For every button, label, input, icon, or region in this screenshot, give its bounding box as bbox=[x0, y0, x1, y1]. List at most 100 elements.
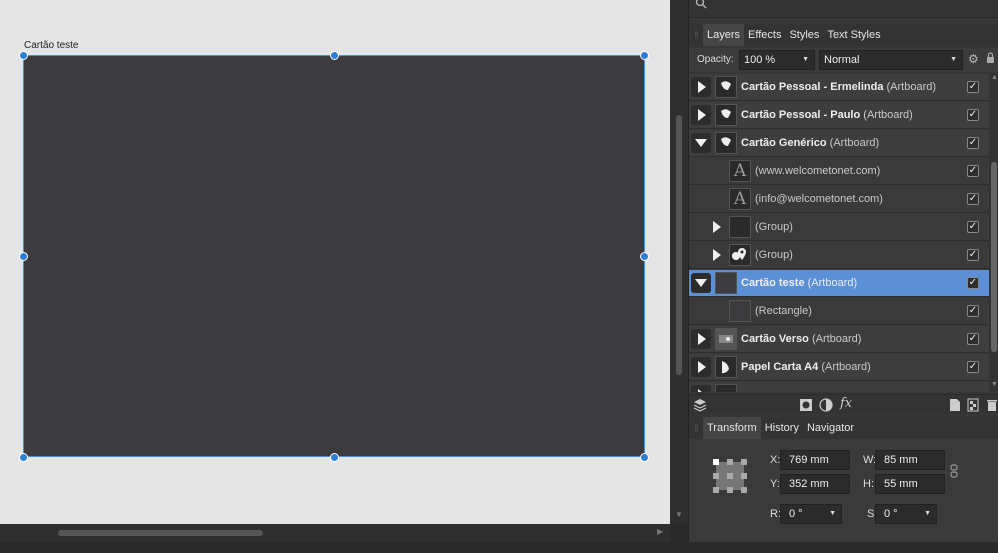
gear-icon[interactable]: ⚙ bbox=[968, 52, 979, 66]
layer-expander[interactable] bbox=[691, 329, 711, 349]
expand-arrow-icon bbox=[698, 361, 706, 373]
handle-top-center[interactable] bbox=[330, 51, 339, 60]
expand-arrow-icon[interactable] bbox=[713, 249, 721, 261]
chevron-down-icon: ▼ bbox=[829, 510, 836, 517]
tab-navigator[interactable]: Navigator bbox=[803, 417, 858, 439]
layer-label: Papel Carta A4 (Artboard) bbox=[741, 361, 871, 373]
layers-list[interactable]: Cartão Pessoal - Ermelinda (Artboard) ✓ … bbox=[689, 74, 989, 392]
artboard-label[interactable]: Cartão teste bbox=[24, 40, 78, 51]
layer-row[interactable]: Cartão Verso (Artboard) ✓ bbox=[689, 326, 989, 353]
layer-expander[interactable] bbox=[691, 385, 711, 392]
artboard-icon bbox=[715, 272, 737, 294]
anchor-selector-icon[interactable] bbox=[713, 459, 747, 493]
layer-row[interactable]: Cartão Pessoal - Ermelinda (Artboard) ✓ bbox=[689, 74, 989, 101]
layer-row[interactable]: A (www.welcometonet.com) ✓ bbox=[689, 158, 989, 185]
visibility-checkbox[interactable]: ✓ bbox=[967, 277, 979, 289]
canvas[interactable]: Cartão teste bbox=[0, 0, 670, 524]
layer-label: (info@welcometonet.com) bbox=[755, 193, 883, 205]
layer-expander[interactable] bbox=[691, 273, 711, 293]
layer-label: Cartão Verso (Artboard) bbox=[741, 333, 862, 345]
visibility-checkbox[interactable]: ✓ bbox=[967, 221, 979, 233]
visibility-checkbox[interactable]: ✓ bbox=[967, 165, 979, 177]
layer-label: Cartão Pessoal - Ermelinda (Artboard) bbox=[741, 81, 937, 93]
expand-arrow-icon bbox=[698, 333, 706, 345]
h-field[interactable]: 55 mm bbox=[875, 474, 945, 494]
visibility-checkbox[interactable]: ✓ bbox=[967, 193, 979, 205]
rotation-select[interactable]: 0 ° ▼ bbox=[780, 504, 842, 524]
layer-row[interactable]: (Group) ✓ bbox=[689, 242, 989, 269]
layer-label: (Rectangle) bbox=[755, 305, 812, 317]
add-layer-icon[interactable] bbox=[949, 398, 961, 412]
layer-expander[interactable] bbox=[691, 105, 711, 125]
tab-layers[interactable]: Layers bbox=[703, 24, 745, 46]
shear-select[interactable]: 0 ° ▼ bbox=[875, 504, 937, 524]
panel-grip-icon[interactable]: ⁞⁞ bbox=[689, 24, 703, 46]
trash-icon[interactable] bbox=[986, 398, 998, 412]
tab-transform[interactable]: Transform bbox=[703, 417, 761, 439]
layers-vertical-scrollbar[interactable]: ▲ ▼ bbox=[989, 74, 998, 392]
handle-middle-right[interactable] bbox=[640, 252, 649, 261]
fx-icon[interactable]: fx bbox=[840, 396, 852, 411]
visibility-checkbox[interactable]: ✓ bbox=[967, 81, 979, 93]
layer-row[interactable]: (Rectangle) ✓ bbox=[689, 298, 989, 325]
search-icon[interactable] bbox=[695, 0, 707, 9]
layer-row[interactable]: (Group) ✓ bbox=[689, 214, 989, 241]
w-field[interactable]: 85 mm bbox=[875, 450, 945, 470]
layer-row[interactable]: Cartão Genérico (Artboard) ✓ bbox=[689, 130, 989, 157]
layer-row-selected[interactable]: Cartão teste (Artboard) ✓ bbox=[689, 270, 989, 297]
handle-bottom-center[interactable] bbox=[330, 453, 339, 462]
visibility-checkbox[interactable]: ✓ bbox=[967, 249, 979, 261]
layer-row[interactable]: A (info@welcometonet.com) ✓ bbox=[689, 186, 989, 213]
tab-styles[interactable]: Styles bbox=[785, 24, 823, 46]
panel-grip-icon[interactable]: ⁞⁞ bbox=[689, 417, 703, 439]
x-field[interactable]: 769 mm bbox=[780, 450, 850, 470]
visibility-checkbox[interactable]: ✓ bbox=[967, 109, 979, 121]
handle-top-right[interactable] bbox=[640, 51, 649, 60]
handle-bottom-right[interactable] bbox=[640, 453, 649, 462]
opacity-select[interactable]: 100 % ▼ bbox=[739, 50, 815, 70]
tab-effects[interactable]: Effects bbox=[744, 24, 785, 46]
artboard-icon bbox=[715, 356, 737, 378]
lock-icon[interactable] bbox=[986, 52, 995, 64]
link-aspect-icon[interactable] bbox=[950, 464, 958, 478]
opacity-value: 100 % bbox=[744, 54, 776, 66]
layer-expander[interactable] bbox=[691, 133, 711, 153]
app-window: Cartão teste ▼ ▶ ⁞⁞ Layers Effects Style bbox=[0, 0, 998, 553]
handle-bottom-left[interactable] bbox=[19, 453, 28, 462]
expand-arrow-icon[interactable] bbox=[713, 221, 721, 233]
visibility-checkbox[interactable]: ✓ bbox=[967, 137, 979, 149]
chevron-down-icon: ▼ bbox=[802, 56, 809, 63]
canvas-horizontal-scrollbar[interactable]: ▶ bbox=[0, 524, 670, 542]
y-field[interactable]: 352 mm bbox=[780, 474, 850, 494]
canvas-vertical-scroll-thumb[interactable] bbox=[676, 115, 682, 375]
visibility-checkbox[interactable]: ✓ bbox=[967, 361, 979, 373]
layer-row[interactable]: Cartão Pessoal - Paulo (Artboard) ✓ bbox=[689, 102, 989, 129]
visibility-checkbox[interactable]: ✓ bbox=[967, 305, 979, 317]
adjustment-icon[interactable] bbox=[819, 398, 833, 412]
layer-expander[interactable] bbox=[691, 77, 711, 97]
scroll-up-arrow-icon[interactable]: ▲ bbox=[991, 74, 998, 81]
canvas-horizontal-scroll-thumb[interactable] bbox=[58, 530, 263, 536]
layer-label: (Group) bbox=[755, 249, 793, 261]
visibility-checkbox[interactable]: ✓ bbox=[967, 333, 979, 345]
shear-value: 0 ° bbox=[884, 508, 898, 520]
scroll-down-arrow-icon[interactable]: ▼ bbox=[675, 510, 683, 519]
transform-panel: X: 769 mm W: 85 mm Y: 352 mm H: 55 mm R:… bbox=[689, 439, 998, 542]
layer-row-partial[interactable] bbox=[689, 382, 989, 392]
scroll-right-arrow-icon[interactable]: ▶ bbox=[657, 527, 663, 536]
canvas-vertical-scrollbar[interactable]: ▼ bbox=[670, 0, 688, 524]
layer-row[interactable]: Papel Carta A4 (Artboard) ✓ bbox=[689, 354, 989, 381]
mask-icon[interactable] bbox=[799, 398, 813, 412]
tab-text-styles[interactable]: Text Styles bbox=[823, 24, 884, 46]
handle-middle-left[interactable] bbox=[19, 252, 28, 261]
layers-scroll-thumb[interactable] bbox=[991, 162, 997, 352]
panel-search-bar[interactable] bbox=[689, 0, 998, 18]
artboard[interactable] bbox=[23, 55, 645, 457]
tab-history[interactable]: History bbox=[761, 417, 803, 439]
layer-expander[interactable] bbox=[691, 357, 711, 377]
add-pixel-layer-icon[interactable] bbox=[967, 398, 979, 412]
layers-stack-icon[interactable] bbox=[693, 398, 707, 412]
blend-mode-select[interactable]: Normal ▼ bbox=[819, 50, 963, 70]
handle-top-left[interactable] bbox=[19, 51, 28, 60]
scroll-down-arrow-icon[interactable]: ▼ bbox=[991, 381, 998, 388]
